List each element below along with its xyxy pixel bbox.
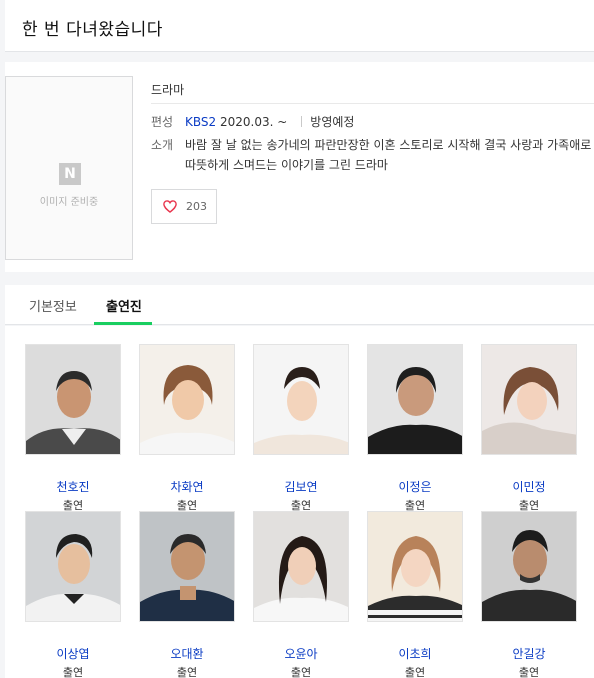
- cast-name[interactable]: 이정은: [367, 478, 463, 495]
- cast-card[interactable]: 이민정 출연: [481, 344, 577, 512]
- tab-bar: 기본정보 출연진: [5, 285, 594, 325]
- cast-role: 출연: [62, 666, 84, 678]
- heart-icon: [163, 200, 177, 213]
- cast-photo: [253, 344, 349, 455]
- genre-label: 드라마: [151, 83, 185, 97]
- cast-photo: [481, 511, 577, 622]
- cast-photo: [367, 344, 463, 455]
- divider: [151, 103, 594, 104]
- cast-card[interactable]: 이초희 출연: [367, 511, 463, 678]
- cast-card[interactable]: 이정은 출연: [367, 344, 463, 512]
- cast-photo: [481, 344, 577, 455]
- cast-grid: 천호진 출연 차화연 출연 김보연 출연 이정은 출연 이민정 출연 이상엽 출…: [5, 326, 594, 678]
- active-tab-indicator: [94, 322, 152, 325]
- cast-name[interactable]: 오윤아: [253, 645, 349, 662]
- cast-name[interactable]: 오대환: [139, 645, 235, 662]
- cast-photo: [139, 511, 235, 622]
- cast-name[interactable]: 천호진: [25, 478, 121, 495]
- cast-photo: [253, 511, 349, 622]
- cast-card[interactable]: 오윤아 출연: [253, 511, 349, 678]
- cast-role: 출연: [176, 666, 198, 678]
- program-info: N 이미지 준비중 드라마 편성 KBS2 2020.03. ~ 방영예정 소개 …: [5, 62, 594, 272]
- intro-text: 바람 잘 날 없는 송가네의 파란만장한 이혼 스토리로 시작해 결국 사랑과 …: [185, 138, 592, 172]
- poster-placeholder: N 이미지 준비중: [5, 76, 133, 260]
- cast-role: 출연: [404, 666, 426, 678]
- cast-card[interactable]: 이상엽 출연: [25, 511, 121, 678]
- naver-logo-icon: N: [59, 163, 81, 185]
- cast-name[interactable]: 이초희: [367, 645, 463, 662]
- tab-cast[interactable]: 출연진: [106, 296, 142, 315]
- cast-name[interactable]: 차화연: [139, 478, 235, 495]
- poster-placeholder-text: 이미지 준비중: [39, 197, 99, 208]
- status-text: 방영예정: [310, 115, 355, 129]
- cast-name[interactable]: 이민정: [481, 478, 577, 495]
- tab-basic-info[interactable]: 기본정보: [29, 296, 77, 315]
- title-bar: 한 번 다녀왔습니다: [5, 0, 594, 52]
- air-date: 2020.03. ~: [219, 115, 288, 129]
- schedule-label: 편성: [151, 115, 174, 129]
- intro-label: 소개: [151, 138, 174, 152]
- separator: [301, 116, 303, 127]
- cast-card[interactable]: 오대환 출연: [139, 511, 235, 678]
- cast-photo: [25, 344, 121, 455]
- cast-name[interactable]: 김보연: [253, 478, 349, 495]
- cast-name[interactable]: 이상엽: [25, 645, 121, 662]
- network-link[interactable]: KBS2: [185, 115, 216, 129]
- cast-card[interactable]: 안길강 출연: [481, 511, 577, 678]
- cast-card[interactable]: 천호진 출연: [25, 344, 121, 512]
- like-count: 203: [186, 200, 207, 213]
- cast-photo: [25, 511, 121, 622]
- cast-role: 출연: [518, 666, 540, 678]
- cast-photo: [139, 344, 235, 455]
- cast-card[interactable]: 김보연 출연: [253, 344, 349, 512]
- page-title: 한 번 다녀왔습니다: [22, 20, 163, 40]
- like-button[interactable]: 203: [151, 189, 217, 224]
- cast-card[interactable]: 차화연 출연: [139, 344, 235, 512]
- cast-photo: [367, 511, 463, 622]
- cast-name[interactable]: 안길강: [481, 645, 577, 662]
- cast-role: 출연: [290, 666, 312, 678]
